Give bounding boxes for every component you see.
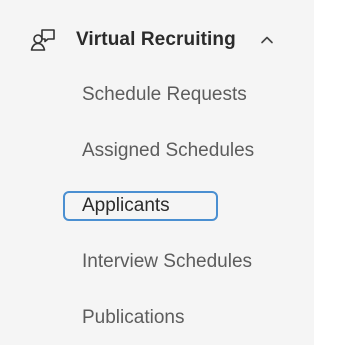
sidebar-panel: Virtual Recruiting Schedule Requests Ass…	[0, 0, 314, 345]
nav-item-publications[interactable]: Publications	[82, 307, 184, 329]
nav-item-assigned-schedules[interactable]: Assigned Schedules	[82, 140, 254, 162]
virtual-recruiting-header[interactable]: Virtual Recruiting	[30, 22, 300, 58]
people-chat-icon	[30, 27, 56, 53]
section-title: Virtual Recruiting	[76, 29, 236, 50]
nav-item-schedule-requests[interactable]: Schedule Requests	[82, 84, 247, 106]
nav-item-applicants[interactable]: Applicants	[82, 195, 170, 217]
nav-item-interview-schedules[interactable]: Interview Schedules	[82, 251, 252, 273]
chevron-up-icon[interactable]	[258, 31, 276, 49]
